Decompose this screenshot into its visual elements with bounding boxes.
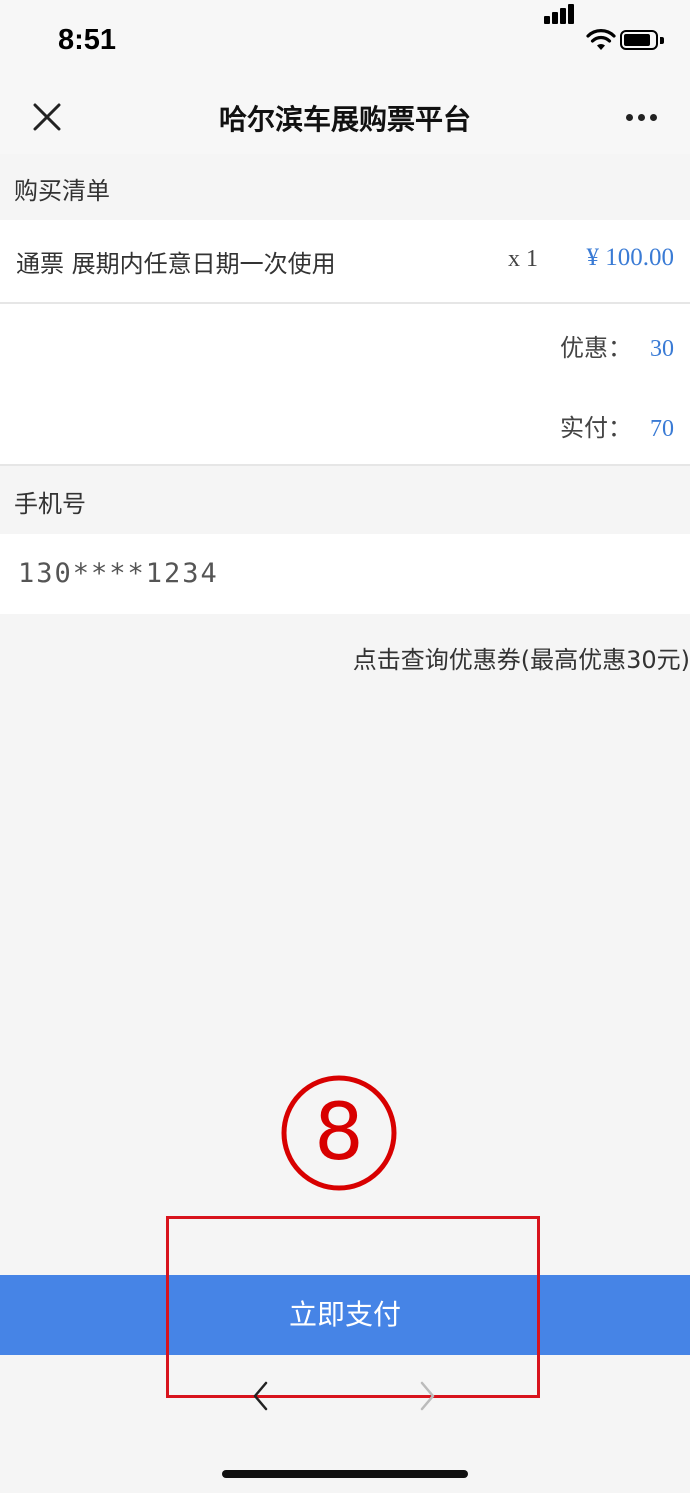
coupon-query-link[interactable]: 点击查询优惠券(最高优惠30元)	[353, 640, 690, 675]
phone-title: 手机号	[14, 490, 86, 518]
purchase-list-header: 购买清单	[0, 154, 690, 220]
pay-now-button[interactable]: 立即支付	[0, 1275, 690, 1355]
paid-value: 70	[650, 416, 674, 442]
ticket-price: ¥ 100.00	[586, 244, 675, 271]
ticket-item-row: 通票 展期内任意日期一次使用 x 1 ¥ 100.00	[0, 220, 690, 302]
phone-header: 手机号	[0, 466, 690, 534]
discount-row: 优惠： 30	[560, 328, 674, 363]
home-indicator[interactable]	[222, 1470, 468, 1478]
phone-field[interactable]: 130****1234	[0, 534, 690, 614]
phone-value[interactable]: 130****1234	[18, 558, 219, 589]
page-title: 哈尔滨车展购票平台	[218, 103, 471, 136]
chevron-right-icon[interactable]	[418, 1380, 438, 1412]
wifi-icon	[586, 29, 616, 50]
chevron-left-icon[interactable]	[250, 1380, 270, 1412]
more-icon[interactable]	[626, 114, 658, 122]
paid-label: 实付：	[560, 414, 632, 442]
nav-bar: 哈尔滨车展购票平台	[0, 80, 690, 154]
status-bar: 8:51	[0, 0, 690, 80]
price-summary: 优惠： 30 实付： 70	[0, 304, 690, 464]
ticket-name: 通票 展期内任意日期一次使用	[16, 250, 336, 278]
status-time: 8:51	[58, 24, 117, 56]
ticket-quantity: x 1	[508, 246, 538, 272]
discount-label: 优惠：	[560, 334, 632, 362]
battery-icon	[620, 30, 664, 52]
purchase-list-title: 购买清单	[14, 177, 110, 205]
paid-row: 实付： 70	[560, 408, 674, 443]
discount-value: 30	[650, 336, 674, 362]
cellular-signal-icon	[544, 4, 576, 24]
annotation-step-number: 8	[314, 1088, 364, 1178]
